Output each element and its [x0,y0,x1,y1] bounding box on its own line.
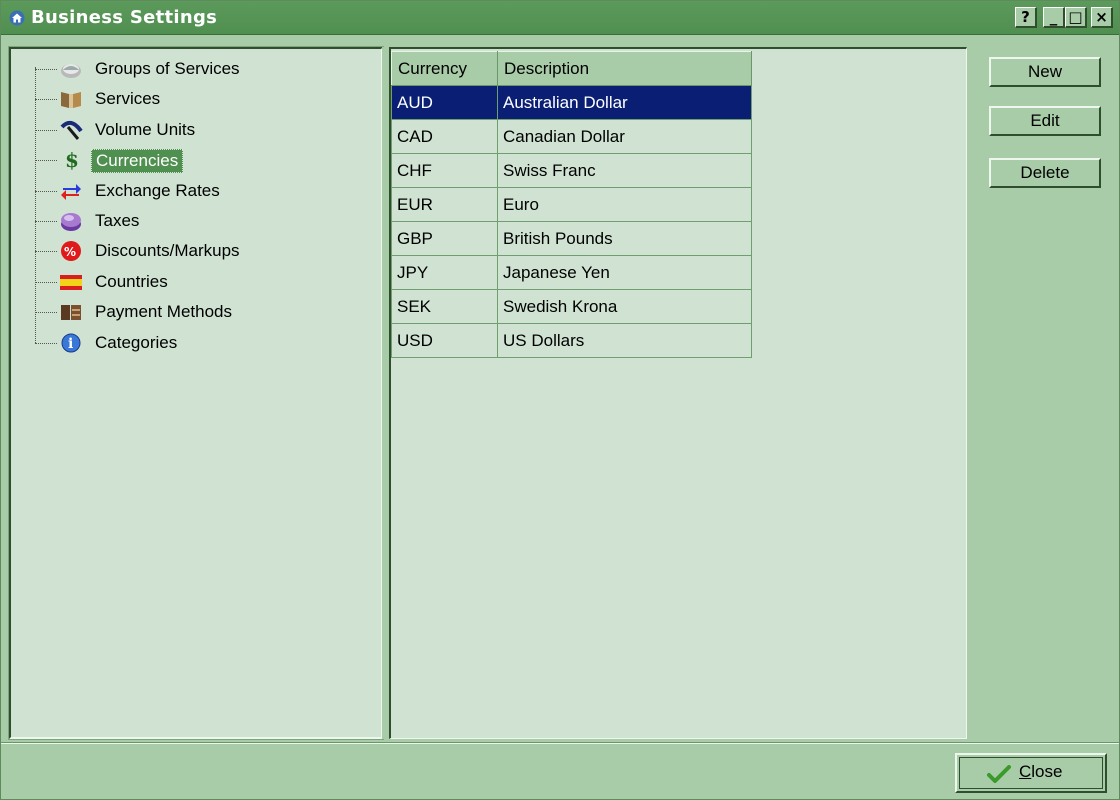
table-row[interactable]: SEK Swedish Krona [391,289,752,324]
minimize-button[interactable]: _ [1043,7,1065,28]
currency-code-cell[interactable]: EUR [391,187,498,222]
currency-code-cell[interactable]: JPY [391,255,498,290]
exchange-arrows-icon [59,180,83,202]
currency-description-cell[interactable]: US Dollars [497,323,752,358]
delete-button[interactable]: Delete [989,158,1101,188]
info-icon: i [59,332,83,354]
gauge-icon [59,119,83,141]
close-button[interactable]: Close [955,753,1107,793]
tree-item-label: Groups of Services [95,59,240,78]
currency-description-cell[interactable]: Australian Dollar [497,85,752,120]
currency-description-cell[interactable]: Canadian Dollar [497,119,752,154]
column-header-description[interactable]: Description [497,51,752,86]
svg-text:%: % [64,245,76,259]
tree-item-countries[interactable]: Countries [11,268,371,298]
currency-description-cell[interactable]: Japanese Yen [497,255,752,290]
tree-item-groups-of-services[interactable]: Groups of Services [11,55,371,85]
currencies-table: Currency Description AUD Australian Dolla… [391,51,752,358]
svg-text:i: i [68,336,73,352]
taxes-icon [59,210,83,232]
tree-item-label: Categories [95,332,178,352]
table-row[interactable]: CAD Canadian Dollar [391,119,752,154]
currency-code-cell[interactable]: GBP [391,221,498,256]
tree-connector-branch [35,160,57,162]
checkmark-icon [987,765,1011,783]
new-button[interactable]: New [989,57,1101,87]
bottom-separator [1,742,1119,744]
tree-item-label: Currencies [91,149,184,174]
currency-description-cell[interactable]: Euro [497,187,752,222]
tree-item-label: Services [95,89,161,109]
panel-splitter[interactable] [382,47,388,739]
tree-item-label: Discounts/Markups [95,241,240,261]
tree-item-categories[interactable]: i Categories [11,329,371,359]
window-title: Business Settings [31,7,218,28]
tree-connector-branch [35,190,57,192]
tree-item-discounts-markups[interactable]: % Discounts/Markups [11,237,371,267]
close-label-rest: lose [1031,762,1063,781]
maximize-button[interactable]: □ [1065,7,1087,28]
close-button-label: Close [1019,762,1062,782]
percent-icon: % [59,240,83,262]
currency-code-cell[interactable]: AUD [391,85,498,120]
currency-description-cell[interactable]: Swedish Krona [497,289,752,324]
currency-description-cell[interactable]: Swiss Franc [497,153,752,188]
tree-item-payment-methods[interactable]: Payment Methods [11,298,371,328]
tree-item-label: Volume Units [95,119,196,139]
tree-item-label: Taxes [95,211,140,230]
wallet-icon [59,301,83,323]
table-row[interactable]: EUR Euro [391,187,752,222]
dollar-icon: $ [59,148,83,172]
tree-item-exchange-rates[interactable]: Exchange Rates [11,177,371,207]
table-row[interactable]: USD US Dollars [391,323,752,358]
tree-item-label: Countries [95,271,168,291]
currency-description-cell[interactable]: British Pounds [497,221,752,256]
currency-code-cell[interactable]: CAD [391,119,498,154]
tree-item-label: Exchange Rates [95,180,220,200]
column-header-currency[interactable]: Currency [391,51,498,86]
currency-code-cell[interactable]: SEK [391,289,498,324]
flag-icon [59,271,83,293]
table-row[interactable]: CHF Swiss Franc [391,153,752,188]
settings-tree[interactable]: Groups of Services Services Volume Units $ C… [8,46,384,740]
title-bar[interactable]: Business Settings ? _ □ × [1,1,1119,35]
business-settings-window: Business Settings ? _ □ × Groups of Serv… [0,0,1120,800]
tree-item-volume-units[interactable]: Volume Units [11,116,371,146]
tree-connector-branch [35,129,57,131]
tree-connector-branch [35,221,57,222]
edit-button[interactable]: Edit [989,106,1101,136]
tree-item-taxes[interactable]: Taxes [11,207,371,237]
services-icon [59,88,83,110]
tree-connector-branch [35,312,57,314]
close-window-button[interactable]: × [1091,7,1113,28]
currency-code-cell[interactable]: USD [391,323,498,358]
tree-connector-branch [35,342,57,344]
table-row[interactable]: AUD Australian Dollar [391,85,752,120]
table-header-row: Currency Description [391,51,752,86]
table-row[interactable]: JPY Japanese Yen [391,255,752,290]
tree-connector-branch [35,69,57,70]
tree-item-currencies[interactable]: $ Currencies [11,146,371,176]
tree-item-label: Payment Methods [95,302,233,322]
close-mnemonic: C [1019,762,1032,781]
svg-text:$: $ [65,149,79,171]
home-icon [9,10,25,26]
tree-connector-branch [35,251,57,253]
tree-item-services[interactable]: Services [11,85,371,115]
help-button[interactable]: ? [1015,7,1037,28]
currencies-table-panel: Currency Description AUD Australian Dolla… [389,47,967,739]
table-row[interactable]: GBP British Pounds [391,221,752,256]
tree-connector-branch [35,281,57,283]
groups-icon [59,58,83,80]
currency-code-cell[interactable]: CHF [391,153,498,188]
tree-connector-branch [35,99,57,101]
